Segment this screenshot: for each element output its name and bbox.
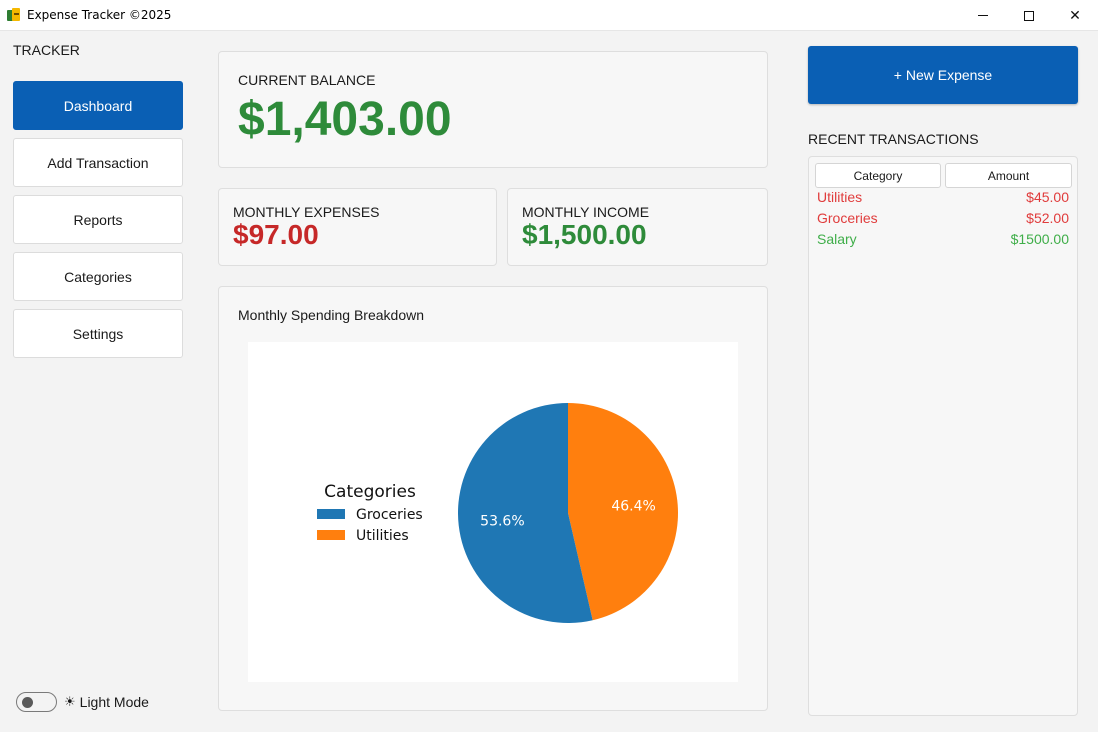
row-amount: $45.00 (1026, 189, 1069, 205)
legend-label-groceries: Groceries (356, 507, 423, 523)
window-controls: ✕ (960, 0, 1098, 31)
pie-label-groceries: 53.6% (480, 513, 524, 529)
title-bar: Expense Tracker ©2025 ✕ (0, 0, 1098, 31)
switch-knob (22, 697, 33, 708)
row-amount: $52.00 (1026, 210, 1069, 226)
column-header-category[interactable]: Category (815, 163, 941, 188)
nav-categories-button[interactable]: Categories (13, 252, 183, 301)
transactions-table: Category Amount Utilities $45.00 Groceries… (808, 156, 1078, 716)
table-row[interactable]: Salary $1500.00 (817, 231, 1069, 252)
new-expense-button[interactable]: + New Expense (808, 46, 1078, 104)
balance-card: CURRENT BALANCE $1,403.00 (218, 51, 768, 168)
window-title: Expense Tracker ©2025 (27, 8, 172, 22)
sidebar-title: TRACKER (13, 42, 80, 58)
chart-heading: Monthly Spending Breakdown (238, 307, 425, 323)
nav-dashboard-button[interactable]: Dashboard (13, 81, 183, 130)
legend-swatch-groceries (317, 509, 345, 519)
theme-label: Light Mode (79, 694, 149, 710)
nav-add-transaction-button[interactable]: Add Transaction (13, 138, 183, 187)
maximize-icon (1024, 10, 1034, 21)
spending-chart-card: Monthly Spending Breakdown 46.4% 53.6% Cat… (218, 286, 768, 711)
legend-label-utilities: Utilities (356, 528, 409, 544)
pie-chart-canvas: 46.4% 53.6% Categories Groceries Utilities (248, 342, 738, 682)
row-amount: $1500.00 (1010, 231, 1069, 247)
recent-transactions-title: RECENT TRANSACTIONS (808, 131, 979, 147)
table-row[interactable]: Utilities $45.00 (817, 189, 1069, 210)
legend-title: Categories (324, 482, 416, 502)
theme-toggle: ☀ Light Mode (16, 692, 149, 712)
row-category: Groceries (817, 210, 878, 226)
row-category: Salary (817, 231, 857, 247)
app-logo-icon (6, 7, 22, 23)
sun-icon: ☀ (64, 694, 76, 710)
theme-switch[interactable] (16, 692, 57, 712)
nav-reports-button[interactable]: Reports (13, 195, 183, 244)
close-button[interactable]: ✕ (1052, 0, 1098, 31)
expenses-label: MONTHLY EXPENSES (233, 204, 380, 220)
legend-swatch-utilities (317, 530, 345, 540)
column-header-amount[interactable]: Amount (945, 163, 1072, 188)
monthly-expenses-card: MONTHLY EXPENSES $97.00 (218, 188, 497, 266)
row-category: Utilities (817, 189, 863, 205)
income-label: MONTHLY INCOME (522, 204, 650, 220)
income-amount: $1,500.00 (522, 219, 647, 250)
balance-label: CURRENT BALANCE (238, 72, 376, 88)
pie-label-utilities: 46.4% (611, 499, 655, 515)
close-icon: ✕ (1069, 7, 1081, 24)
expenses-amount: $97.00 (233, 219, 319, 250)
maximize-button[interactable] (1006, 0, 1052, 31)
table-row[interactable]: Groceries $52.00 (817, 210, 1069, 231)
balance-amount: $1,403.00 (238, 93, 452, 146)
minimize-icon (978, 15, 988, 16)
nav-settings-button[interactable]: Settings (13, 309, 183, 358)
minimize-button[interactable] (960, 0, 1006, 31)
pie-chart: 46.4% 53.6% Categories Groceries Utilities (317, 403, 678, 623)
monthly-income-card: MONTHLY INCOME $1,500.00 (507, 188, 768, 266)
